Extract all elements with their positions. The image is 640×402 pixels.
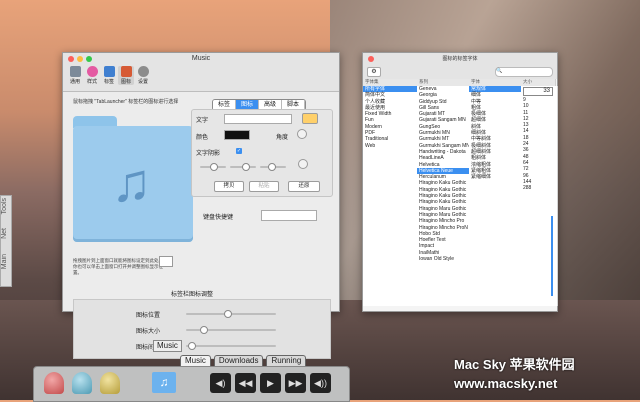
pin-blue-icon[interactable] [72, 372, 92, 394]
col-head-collection: 字体集 [363, 79, 418, 86]
gear-icon [137, 66, 149, 77]
size-item[interactable]: 288 [521, 185, 557, 191]
family-list: Geneva Georgia Giddyup Std Gill Sans Gujarat… [417, 86, 470, 306]
text-shadow-checkbox[interactable]: ✓ [236, 148, 242, 154]
family-item[interactable]: Hiragino Mincho Pro [417, 218, 469, 224]
font-panel-window: 图标的标签字体 ⚙ 🔍 字体集 系列 字体 大小 所有字体 简体中文 个人收藏 最近使… [362, 52, 558, 312]
family-item[interactable]: Hiragino Kaku Gothic [417, 199, 469, 205]
font-panel-titlebar: 图标的标签字体 [363, 53, 557, 65]
text-label: 文字 [196, 118, 209, 124]
fast-forward-icon[interactable]: ▶▶ [285, 373, 306, 393]
side-tab-net[interactable]: Net [1, 228, 11, 239]
size-field[interactable]: 33 [523, 87, 553, 96]
launcher-tab-downloads[interactable]: Downloads [213, 355, 264, 366]
toolbar-label[interactable]: 标签 [101, 66, 117, 85]
size-slider[interactable] [551, 216, 553, 296]
toolbar-general[interactable]: 通用 [67, 66, 83, 85]
shadow-slider-2[interactable] [230, 163, 256, 171]
icon-position-label: 图标位置 [136, 313, 161, 319]
pin-yellow-icon[interactable] [100, 372, 120, 394]
text-field[interactable] [224, 114, 292, 124]
color-label: 颜色 [196, 135, 209, 141]
image-icon [120, 66, 132, 77]
pin-red-icon[interactable] [44, 372, 64, 394]
icon-preview-well[interactable]: ♫ [73, 116, 193, 246]
family-item[interactable]: Iowan Old Style [417, 256, 469, 262]
col-head-typeface: 字体 [469, 79, 522, 86]
emoji-button[interactable] [302, 113, 318, 124]
music-note-icon: ♫ [111, 153, 152, 213]
angle-label: 角度 [276, 135, 289, 141]
icon-size-label: 图标大小 [136, 329, 161, 335]
side-tab-bar: Tools Net Main [0, 195, 12, 287]
shadow-angle-knob[interactable] [298, 159, 308, 169]
copy-button[interactable]: 拷贝 [214, 181, 244, 192]
tab-tooltip: Music [153, 340, 182, 352]
volume-down-icon[interactable]: ◀) [210, 373, 231, 393]
preferences-toolbar: 通用 样式 标签 图标 设置 [63, 65, 339, 92]
shadow-slider-1[interactable] [200, 163, 226, 171]
zoom-button[interactable] [86, 56, 92, 62]
play-icon[interactable]: ▶ [260, 373, 281, 393]
volume-up-icon[interactable]: ◀)) [310, 373, 331, 393]
icon-size-slider[interactable] [186, 326, 276, 334]
color-well[interactable] [224, 130, 250, 140]
image-picker-button[interactable] [159, 256, 173, 267]
toolbar-settings[interactable]: 设置 [135, 66, 151, 85]
launcher-tab-music[interactable]: Music [180, 355, 211, 366]
minimize-button[interactable] [77, 56, 83, 62]
rewind-icon[interactable]: ◀◀ [235, 373, 256, 393]
tag-icon [103, 66, 115, 77]
family-item[interactable]: Gujarati Sangam MN [417, 117, 469, 123]
icon-gap-slider[interactable] [186, 342, 276, 350]
text-shadow-label: 文字阴影 [196, 151, 221, 157]
side-tab-main[interactable]: Main [1, 254, 11, 269]
font-close-button[interactable] [368, 56, 374, 62]
font-panel-title: 图标的标签字体 [442, 56, 478, 62]
side-tab-tools[interactable]: Tools [1, 198, 11, 214]
shortcut-label: 键盘快捷键 [203, 215, 234, 221]
launcher-tabs: Music Downloads Running [180, 355, 309, 366]
window-title: Music [191, 55, 211, 62]
font-search-field[interactable]: 🔍 [495, 67, 553, 77]
tabbar-icon-adjust-panel: 图标位置 图标大小 图标间距 [73, 299, 331, 359]
watermark-title: Mac Sky 苹果软件园 [454, 357, 575, 372]
toolbar-icon[interactable]: 图标 [118, 66, 134, 85]
family-item[interactable]: Hiragino Maru Gothic [417, 206, 469, 212]
music-window-titlebar: Music [63, 53, 339, 65]
icon-position-slider[interactable] [186, 310, 276, 318]
family-item[interactable]: Hiragino Kaku Gothic [417, 180, 469, 186]
close-button[interactable] [68, 56, 74, 62]
collection-list: 所有字体 简体中文 个人收藏 最近使用 Fixed Width Fun Modern PDF T… [363, 86, 418, 306]
music-folder-icon[interactable]: ♫ [152, 372, 176, 393]
typeface-item[interactable]: 紧缩细体 [469, 174, 521, 180]
action-gear-icon[interactable]: ⚙ [367, 67, 381, 77]
shadow-slider-3[interactable] [260, 163, 286, 171]
hint-text: 拖拽图片到上面窗口就能将图标设定到此处。你也可以单击上面窗口打开并调整图标显示位… [73, 258, 163, 275]
label-settings-panel: 文字 颜色 角度 文字阴影 ✓ 拷贝 粘贴 还原 [191, 109, 333, 197]
launcher-bar: ♫ ◀) ◀◀ ▶ ▶▶ ◀)) [33, 366, 350, 402]
angle-knob[interactable] [297, 129, 307, 139]
shortcut-field[interactable] [261, 210, 317, 221]
family-item[interactable]: Hiragino Mincho ProN [417, 225, 469, 231]
size-list: 33 9 10 11 12 13 14 18 24 36 48 64 72 96 144 288 [521, 86, 558, 306]
section-title: 标签栏图标调整 [171, 292, 214, 298]
typeface-list: 常规体 细体 中等 粗体 极细体 超细体 斜体 细斜体 中等斜体 极细斜体 超细斜体 粗斜体 浓缩粗体紧… [469, 86, 522, 306]
col-head-family: 系列 [417, 79, 470, 86]
restore-button[interactable]: 还原 [288, 181, 320, 192]
palette-icon [86, 66, 98, 77]
toolbar-style[interactable]: 样式 [84, 66, 100, 85]
music-settings-window: Music 通用 样式 标签 图标 设置 鼠标拖拽 "TabLauncher" … [62, 52, 340, 359]
collection-item[interactable]: Web [363, 143, 417, 149]
col-head-size: 大小 [521, 79, 556, 86]
launcher-tab-running[interactable]: Running [266, 355, 307, 366]
watermark-url: www.macsky.net [454, 376, 558, 391]
general-icon [69, 66, 81, 77]
instruction-text: 鼠标拖拽 "TabLauncher" 标签栏的图标进行选择 [73, 99, 179, 105]
paste-button[interactable]: 粘贴 [249, 181, 279, 192]
